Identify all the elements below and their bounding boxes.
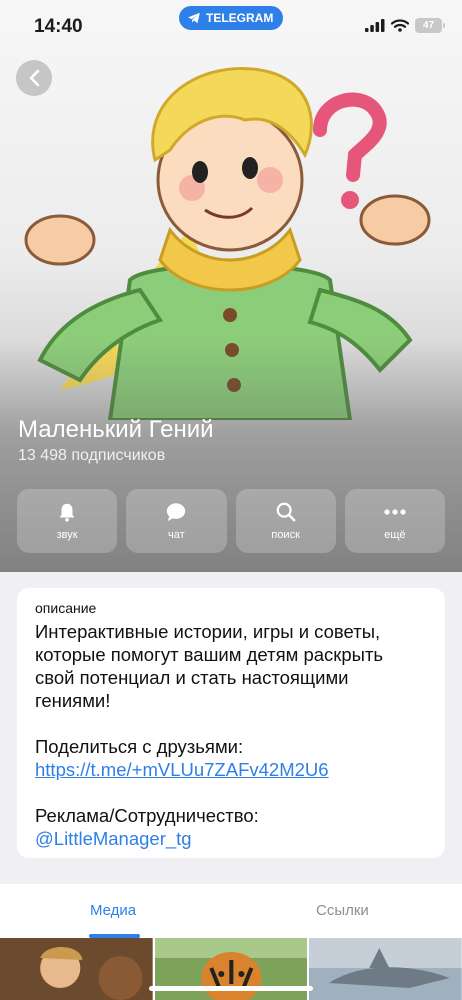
home-indicator <box>149 986 313 991</box>
channel-description: Интерактивные истории, игры и советы, ко… <box>35 621 384 711</box>
status-bar: 14:40 TELEGRAM 47 <box>0 0 462 54</box>
subscriber-count: 13 498 подписчиков <box>18 447 166 464</box>
more-button-label: ещё <box>384 529 406 541</box>
telegram-pill-label: TELEGRAM <box>206 11 274 25</box>
search-icon <box>276 502 296 522</box>
search-button[interactable]: поиск <box>235 489 336 553</box>
mute-button[interactable]: звук <box>17 489 118 553</box>
channel-title: Маленький Гений <box>18 416 214 443</box>
share-label: Поделиться с друзьями: <box>35 736 244 757</box>
ads-label: Реклама/Сотрудничество: <box>35 805 259 826</box>
tab-media[interactable]: Медиа <box>90 902 136 919</box>
tab-links[interactable]: Ссылки <box>316 902 369 919</box>
battery-level: 47 <box>422 20 435 31</box>
ads-contact-mention[interactable]: @LittleManager_tg <box>35 828 192 849</box>
battery-indicator: 47 <box>415 18 445 33</box>
search-button-label: поиск <box>271 529 300 541</box>
channel-header <box>0 0 462 572</box>
content-tabs: Медиа Ссылки <box>0 884 462 938</box>
chat-button-label: чат <box>168 529 185 541</box>
back-button[interactable] <box>16 60 52 96</box>
chevron-left-icon <box>29 69 40 87</box>
telegram-plane-icon <box>188 12 200 24</box>
telegram-pill[interactable]: TELEGRAM <box>179 6 283 30</box>
channel-info-card: описание Интерактивные истории, игры и с… <box>17 588 445 858</box>
description-caption: описание <box>35 600 97 616</box>
cellular-signal-icon <box>365 19 385 32</box>
media-thumbnail[interactable] <box>309 938 462 1000</box>
more-icon <box>384 509 406 515</box>
mute-button-label: звук <box>56 529 78 541</box>
chat-button[interactable]: чат <box>126 489 227 553</box>
bell-icon <box>59 503 75 522</box>
action-buttons: звук чат поиск ещё <box>17 489 445 553</box>
media-thumbnail[interactable] <box>0 938 153 1000</box>
status-time: 14:40 <box>34 16 83 37</box>
wifi-icon <box>391 19 409 32</box>
more-button[interactable]: ещё <box>344 489 445 553</box>
chat-bubble-icon <box>167 503 186 522</box>
share-link[interactable]: https://t.me/+mVLUu7ZAFv42M2U6 <box>35 758 427 781</box>
status-indicators: 47 <box>365 18 445 33</box>
